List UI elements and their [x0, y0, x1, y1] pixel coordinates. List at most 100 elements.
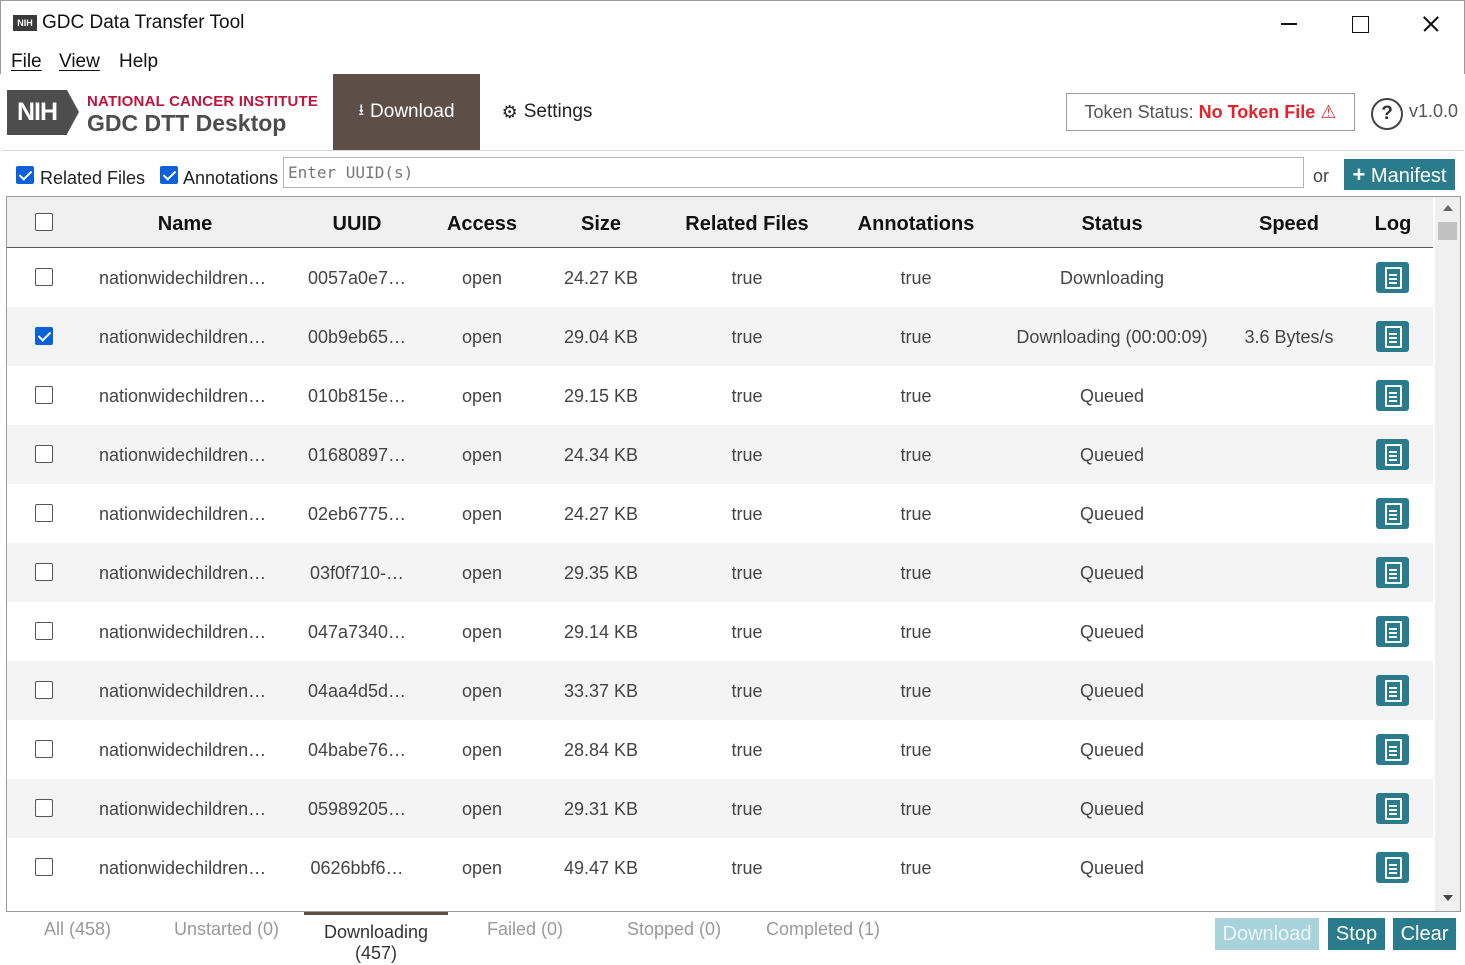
clear-button[interactable]: Clear: [1393, 918, 1456, 950]
gear-icon: ⚙: [501, 101, 518, 122]
log-file-icon[interactable]: [1376, 321, 1409, 352]
table-row[interactable]: nationwidechildren… 00b9eb65… open 29.04 KB…: [7, 307, 1433, 366]
tab-download[interactable]: ⭳ Download: [333, 74, 480, 150]
row-checkbox[interactable]: [35, 858, 53, 876]
add-manifest-button[interactable]: + Manifest: [1344, 159, 1455, 190]
column-header-related-files[interactable]: Related Files: [685, 213, 808, 236]
tab-stopped[interactable]: Stopped (0): [627, 919, 721, 940]
table-row[interactable]: nationwidechildren… 0057a0e7… open 24.27 KB…: [7, 248, 1433, 307]
maximize-icon[interactable]: [1339, 9, 1379, 39]
table-row[interactable]: nationwidechildren… 0626bbf6… open 49.47 KB…: [7, 838, 1433, 897]
cell-uuid: 047a7340…: [307, 622, 407, 642]
tab-completed[interactable]: Completed (1): [766, 919, 880, 940]
nih-logo: NIH: [7, 90, 67, 135]
column-header-name[interactable]: Name: [158, 213, 212, 236]
row-checkbox[interactable]: [35, 268, 53, 286]
row-checkbox[interactable]: [35, 504, 53, 522]
table-row[interactable]: nationwidechildren… 047a7340… open 29.14 KB…: [7, 602, 1433, 661]
cell-name: nationwidechildren…: [99, 445, 267, 465]
cell-related-files: true: [731, 858, 763, 878]
log-file-icon[interactable]: [1376, 262, 1409, 293]
download-button[interactable]: Download: [1215, 918, 1319, 950]
cell-annotations: true: [900, 327, 932, 347]
row-checkbox[interactable]: [35, 681, 53, 699]
log-file-icon[interactable]: [1376, 557, 1409, 588]
cell-size: 24.27 KB: [563, 504, 639, 524]
column-header-uuid[interactable]: UUID: [333, 213, 382, 236]
help-icon[interactable]: ?: [1371, 98, 1403, 130]
uuid-input[interactable]: [283, 157, 1304, 188]
close-icon[interactable]: [1411, 9, 1451, 39]
log-file-icon[interactable]: [1376, 793, 1409, 824]
column-header-size[interactable]: Size: [581, 213, 621, 236]
row-checkbox[interactable]: [35, 622, 53, 640]
log-file-icon[interactable]: [1376, 675, 1409, 706]
menu-view[interactable]: View: [59, 51, 100, 73]
table-body: nationwidechildren… 0057a0e7… open 24.27 KB…: [7, 248, 1433, 897]
scroll-thumb[interactable]: [1438, 222, 1457, 240]
log-file-icon[interactable]: [1376, 439, 1409, 470]
row-checkbox[interactable]: [35, 740, 53, 758]
annotations-checkbox[interactable]: [160, 166, 178, 184]
scroll-up-arrow-icon[interactable]: [1443, 205, 1453, 211]
cell-related-files: true: [731, 799, 763, 819]
menu-file[interactable]: File: [11, 51, 42, 73]
table-row[interactable]: nationwidechildren… 010b815e… open 29.15 KB…: [7, 366, 1433, 425]
minimize-icon[interactable]: [1269, 9, 1309, 39]
cell-name: nationwidechildren…: [99, 740, 267, 760]
cell-status: Queued: [1079, 740, 1145, 760]
related-files-checkbox[interactable]: [16, 166, 34, 184]
table-row[interactable]: nationwidechildren… 04babe76… open 28.84 KB…: [7, 720, 1433, 779]
cell-name: nationwidechildren…: [99, 563, 267, 583]
tab-settings[interactable]: ⚙ Settings: [488, 74, 606, 150]
manifest-button-label: Manifest: [1370, 165, 1447, 187]
log-file-icon[interactable]: [1376, 852, 1409, 883]
cell-size: 29.15 KB: [563, 386, 639, 406]
table-row[interactable]: nationwidechildren… 05989205… open 29.31 KB…: [7, 779, 1433, 838]
table-row[interactable]: nationwidechildren… 03f0f710-… open 29.35 K…: [7, 543, 1433, 602]
cell-size: 29.14 KB: [563, 622, 639, 642]
scroll-down-arrow-icon[interactable]: [1443, 895, 1453, 901]
token-status-box[interactable]: Token Status: No Token File ⚠: [1066, 93, 1355, 131]
cell-annotations: true: [900, 268, 932, 288]
tab-downloading-label: Downloading: [323, 922, 429, 942]
log-file-icon[interactable]: [1376, 380, 1409, 411]
stop-button[interactable]: Stop: [1328, 918, 1385, 950]
row-checkbox[interactable]: [35, 386, 53, 404]
app-logo-icon: NIH: [13, 15, 37, 31]
cell-name: nationwidechildren…: [99, 504, 267, 524]
cell-status: Queued: [1079, 799, 1145, 819]
window-title: GDC Data Transfer Tool: [42, 12, 245, 33]
row-checkbox[interactable]: [35, 563, 53, 581]
column-header-annotations[interactable]: Annotations: [858, 213, 975, 236]
tab-unstarted[interactable]: Unstarted (0): [174, 919, 279, 940]
log-file-icon[interactable]: [1376, 616, 1409, 647]
log-file-icon[interactable]: [1376, 498, 1409, 529]
column-header-speed[interactable]: Speed: [1259, 213, 1319, 236]
table-scrollbar[interactable]: [1435, 197, 1460, 911]
column-header-status[interactable]: Status: [1081, 213, 1142, 236]
cell-access: open: [461, 622, 503, 642]
menu-help[interactable]: Help: [119, 51, 158, 73]
cell-size: 29.04 KB: [563, 327, 639, 347]
cell-status: Queued: [1079, 504, 1145, 524]
row-checkbox[interactable]: [35, 445, 53, 463]
select-all-checkbox[interactable]: [35, 213, 53, 231]
log-file-icon[interactable]: [1376, 734, 1409, 765]
table-row[interactable]: nationwidechildren… 04aa4d5d… open 33.37 KB…: [7, 661, 1433, 720]
app-header: NIH NATIONAL CANCER INSTITUTE GDC DTT De…: [1, 74, 1464, 151]
tab-all[interactable]: All (458): [44, 919, 111, 940]
cell-name: nationwidechildren…: [99, 386, 267, 406]
tab-downloading[interactable]: Downloading (457): [304, 912, 448, 965]
cell-access: open: [461, 563, 503, 583]
logo-product-name: GDC DTT Desktop: [87, 110, 287, 136]
cell-annotations: true: [900, 858, 932, 878]
row-checkbox[interactable]: [35, 327, 53, 345]
row-checkbox[interactable]: [35, 799, 53, 817]
cell-uuid: 03f0f710-…: [309, 563, 405, 583]
table-row[interactable]: nationwidechildren… 02eb6775… open 24.27 KB…: [7, 484, 1433, 543]
cell-annotations: true: [900, 681, 932, 701]
table-row[interactable]: nationwidechildren… 01680897… open 24.34 KB…: [7, 425, 1433, 484]
column-header-access[interactable]: Access: [447, 213, 517, 236]
tab-failed[interactable]: Failed (0): [487, 919, 563, 940]
